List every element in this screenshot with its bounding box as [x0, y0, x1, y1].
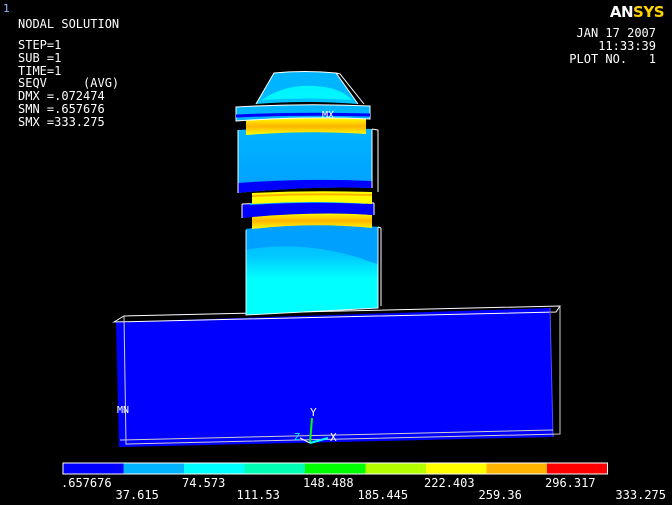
legend-label-upper-3: 185.445	[357, 488, 409, 502]
triad-x-label: X	[330, 431, 337, 444]
legend-swatch-7	[426, 463, 487, 474]
legend-label-upper-1: 37.615	[115, 488, 159, 502]
legend-label-lower-2: 74.573	[182, 476, 226, 490]
triad-y-label: Y	[310, 406, 317, 419]
legend-label-lower-4: 222.403	[424, 476, 475, 490]
min-marker: MN	[117, 405, 130, 416]
lower-cylinder	[245, 223, 382, 316]
legend-label-upper-5: 333.275	[615, 488, 666, 502]
base-block-face	[116, 308, 553, 447]
middle-cylinder-undeformed	[371, 128, 379, 192]
legend-label-lower-1: .657676	[61, 476, 112, 490]
legend-color-bar	[62, 462, 608, 475]
legend-label-upper-4: 259.36	[478, 488, 522, 502]
top-cap	[255, 71, 365, 105]
legend-swatch-9	[547, 463, 608, 474]
legend-label-lower-5: 296.317	[545, 476, 596, 490]
legend-swatch-2	[123, 463, 184, 474]
legend-label-lower-3: 148.488	[303, 476, 354, 490]
legend-swatch-8	[486, 463, 547, 474]
top-collar-shadow	[235, 112, 371, 118]
model-graphics[interactable]	[0, 0, 672, 505]
graphics-viewport[interactable]: 1 ANSYS NODAL SOLUTION STEP=1 SUB =1 TIM…	[0, 0, 672, 505]
max-marker: MX	[322, 110, 335, 121]
legend-swatch-3	[184, 463, 245, 474]
triad-z-label: Z	[294, 432, 301, 443]
middle-cylinder-base	[238, 179, 372, 193]
middle-cylinder	[237, 127, 379, 193]
legend-swatch-4	[244, 463, 305, 474]
legend-swatch-1	[63, 463, 124, 474]
base-block	[112, 305, 561, 447]
legend-label-upper-2: 111.53	[236, 488, 280, 502]
legend-swatch-6	[365, 463, 426, 474]
legend-swatch-5	[305, 463, 366, 474]
